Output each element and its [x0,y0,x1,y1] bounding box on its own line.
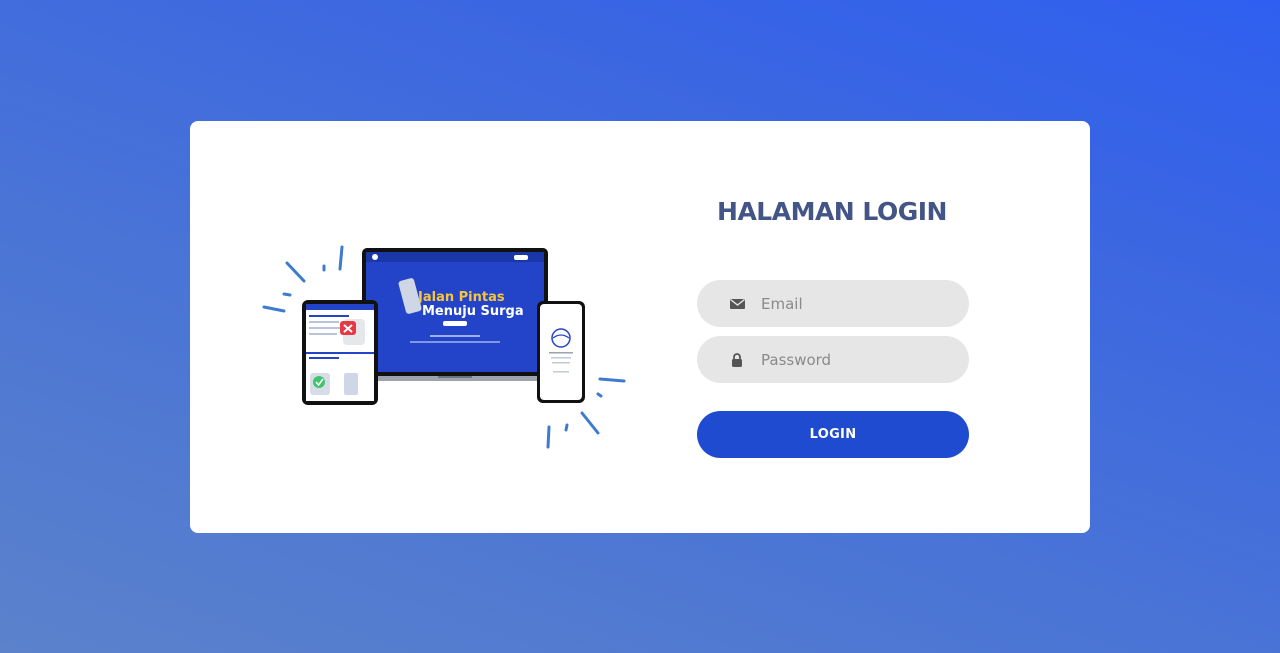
devices-mockup-image: Jalan Pintas Menuju Surga [262,245,626,449]
page-title: HALAMAN LOGIN [717,197,947,226]
login-button[interactable]: LOGIN [697,411,969,458]
login-card: Jalan Pintas Menuju Surga HALAMAN LOGIN … [190,121,1090,533]
password-input[interactable] [761,350,941,369]
laptop-mockup: Jalan Pintas Menuju Surga [354,248,556,381]
laptop-headline-2: Menuju Surga [422,304,524,319]
lock-icon [729,352,745,368]
envelope-icon [729,296,745,312]
login-page: { "login": { "title": "HALAMAN LOGIN", "… [0,0,1280,653]
email-field[interactable] [697,280,969,327]
password-field[interactable] [697,336,969,383]
laptop-headline-1: Jalan Pintas [417,290,505,305]
email-input[interactable] [761,294,941,313]
tablet-mockup [302,300,378,405]
phone-mockup [537,301,585,403]
